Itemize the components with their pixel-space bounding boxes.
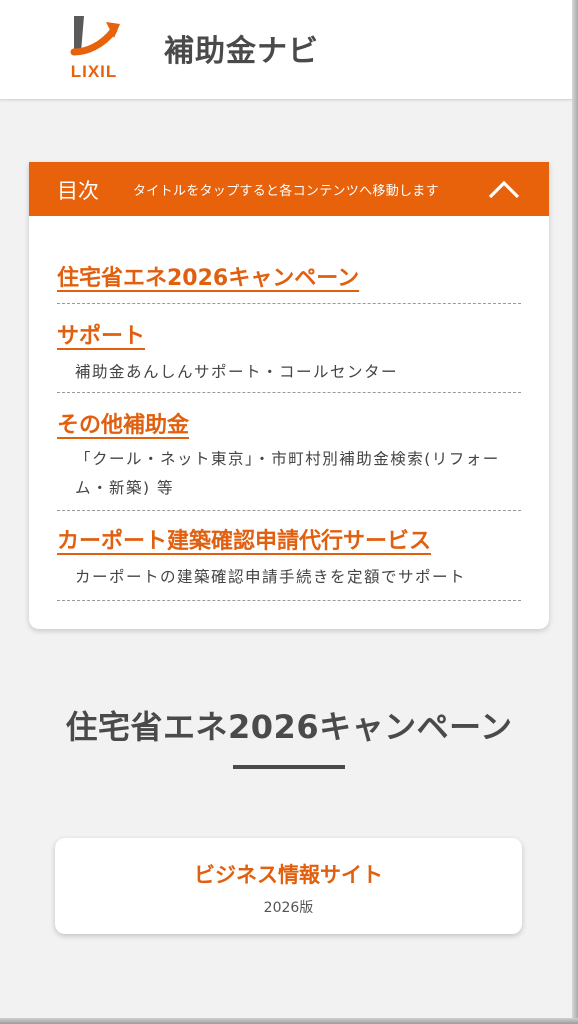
app-header: LIXIL 補助金ナビ: [0, 0, 572, 100]
page-title: 補助金ナビ: [164, 34, 319, 69]
card-subtitle: 2026版: [263, 900, 314, 916]
card-title: ビジネス情報サイト: [194, 863, 383, 887]
toc-list: 住宅省エネ2026キャンペーン サポート 補助金あんしんサポート・コールセンター…: [29, 216, 549, 601]
toc-item-support: サポート 補助金あんしんサポート・コールセンター: [57, 304, 521, 393]
section-title: 住宅省エネ2026キャンペーン: [65, 708, 513, 746]
toc-desc-carport: カーポートの建築確認申請手続きを定額でサポート: [75, 568, 467, 586]
toc-hint: タイトルをタップすると各コンテンツへ移動します: [133, 184, 439, 199]
business-info-card[interactable]: ビジネス情報サイト 2026版: [55, 838, 522, 934]
lixil-logo[interactable]: LIXIL: [62, 12, 126, 84]
toc-header[interactable]: 目次 タイトルをタップすると各コンテンツへ移動します: [29, 162, 549, 216]
toc-item-carport: カーポート建築確認申請代行サービス カーポートの建築確認申請手続きを定額でサポー…: [57, 511, 521, 601]
toc-link-carport[interactable]: カーポート建築確認申請代行サービス: [57, 523, 431, 555]
chevron-up-icon[interactable]: [487, 176, 521, 202]
toc-item-campaign: 住宅省エネ2026キャンペーン: [57, 216, 521, 304]
lixil-logo-icon: [70, 16, 120, 56]
window-edge: [572, 0, 578, 1024]
toc-desc-support: 補助金あんしんサポート・コールセンター: [75, 363, 399, 381]
window-bottom-edge: [0, 1018, 578, 1024]
section-divider: [233, 765, 345, 769]
toc-link-support[interactable]: サポート: [57, 318, 145, 350]
toc-link-campaign[interactable]: 住宅省エネ2026キャンペーン: [57, 260, 359, 292]
logo-text: LIXIL: [70, 62, 118, 81]
toc-item-other-subsidies: その他補助金 「クール・ネット東京」・市町村別補助金検索(リフォーム・新築) 等: [57, 393, 521, 511]
toc-desc-other-subsidies: 「クール・ネット東京」・市町村別補助金検索(リフォーム・新築) 等: [75, 450, 500, 497]
table-of-contents: 目次 タイトルをタップすると各コンテンツへ移動します 住宅省エネ2026キャンペ…: [29, 162, 549, 629]
toc-title: 目次: [57, 179, 99, 203]
toc-link-other-subsidies[interactable]: その他補助金: [57, 407, 189, 439]
